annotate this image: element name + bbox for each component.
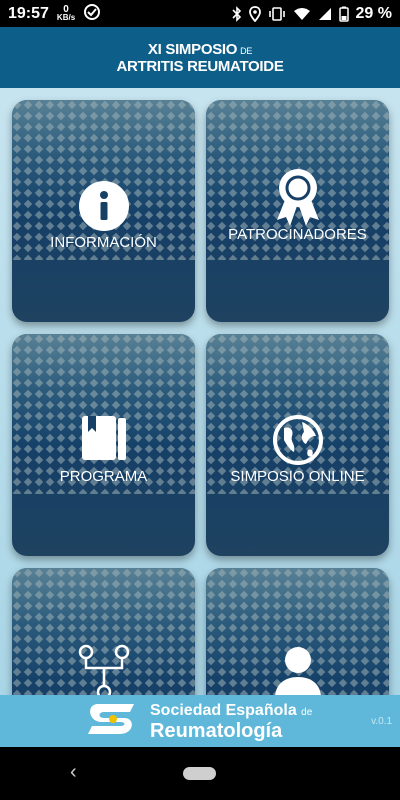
network-speed: 0 KB/s — [56, 3, 76, 22]
app-version: v.0.1 — [371, 716, 392, 727]
status-bar: 19:57 0 KB/s 29 % — [0, 0, 400, 27]
footer-brand: Sociedad Española de Reumatología — [150, 702, 313, 742]
location-icon — [248, 5, 261, 22]
app-title-line2: ARTRITIS REUMATOIDE — [116, 57, 284, 75]
bluetooth-icon — [231, 5, 242, 22]
ser-logo-icon — [84, 700, 142, 743]
network-nodes-icon — [78, 642, 130, 695]
tile-label: PROGRAMA — [59, 468, 148, 485]
user-icon — [273, 646, 323, 695]
footer-banner: Sociedad Española de Reumatología v.0.1 — [0, 695, 400, 747]
system-nav-bar: ‹ — [0, 747, 400, 800]
menu-grid: INFORMACIÓN PATROCINADORES PROGRAMA SIMP… — [0, 88, 400, 695]
app-title-line1: XI SIMPOSIO DE — [147, 40, 253, 58]
battery-percentage: 29 % — [355, 4, 392, 22]
data-saver-icon — [83, 3, 101, 25]
signal-icon — [318, 7, 332, 21]
home-pill-button[interactable] — [183, 767, 216, 780]
app-header: XI SIMPOSIO DE ARTRITIS REUMATOIDE — [0, 27, 400, 88]
back-icon[interactable]: ‹ — [70, 761, 77, 784]
tile-label: INFORMACIÓN — [50, 234, 157, 251]
vibrate-icon — [268, 6, 286, 21]
tile-informacion[interactable]: INFORMACIÓN — [12, 100, 195, 322]
wifi-icon — [293, 7, 311, 21]
book-icon — [80, 414, 128, 467]
info-icon — [78, 180, 130, 237]
award-ribbon-icon — [273, 166, 323, 233]
tile-user[interactable] — [206, 568, 389, 695]
tile-simposio-online[interactable]: SIMPOSIO ONLINE — [206, 334, 389, 556]
tile-patrocinadores[interactable]: PATROCINADORES — [206, 100, 389, 322]
tile-label: SIMPOSIO ONLINE — [230, 468, 365, 485]
tile-programa[interactable]: PROGRAMA — [12, 334, 195, 556]
battery-icon — [338, 6, 349, 22]
tile-label: PATROCINADORES — [228, 226, 367, 243]
globe-icon — [272, 414, 324, 471]
status-time: 19:57 — [8, 4, 49, 22]
tile-network[interactable] — [12, 568, 195, 695]
